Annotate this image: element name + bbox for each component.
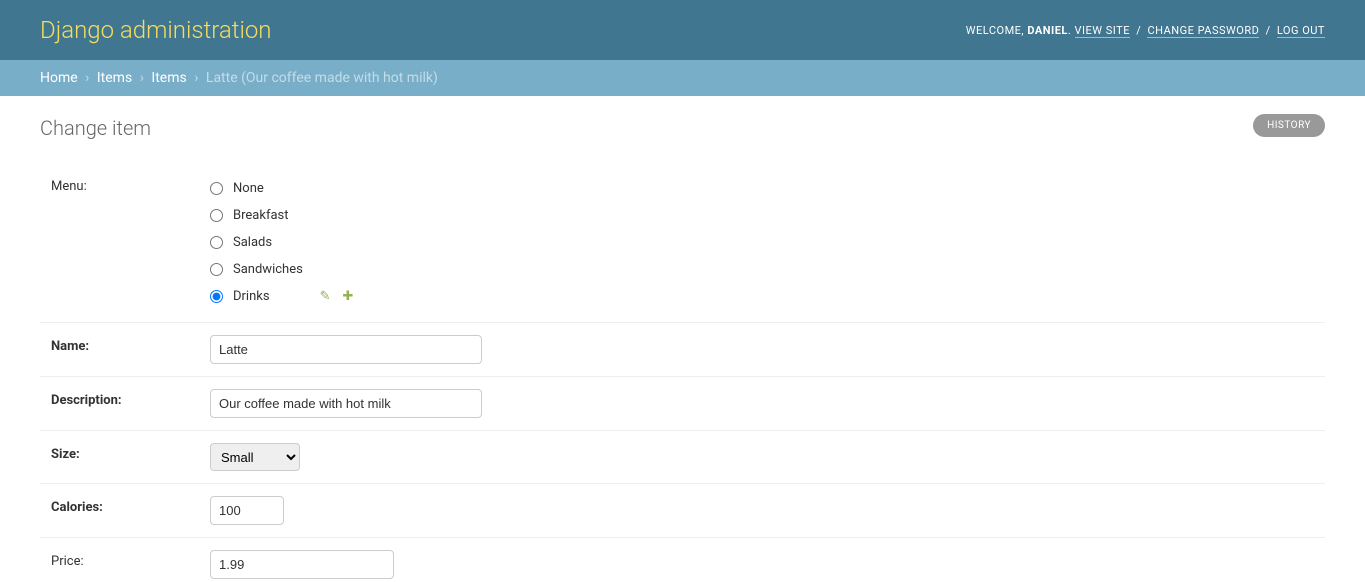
username: DANIEL	[1027, 24, 1068, 37]
breadcrumb-home[interactable]: Home	[40, 70, 78, 86]
menu-option-label[interactable]: None	[233, 181, 264, 196]
field-row-size: Size: Small	[40, 431, 1325, 484]
logout-link[interactable]: LOG OUT	[1277, 24, 1325, 38]
welcome-text: WELCOME,	[966, 24, 1024, 37]
calories-input[interactable]	[210, 496, 284, 525]
price-label: Price:	[40, 550, 210, 569]
history-button[interactable]: HISTORY	[1253, 114, 1325, 137]
view-site-link[interactable]: VIEW SITE	[1075, 24, 1130, 38]
admin-header: Django administration WELCOME, DANIEL. V…	[0, 0, 1365, 60]
field-row-menu: Menu: None Breakfast Salads Sandwiches Drink…	[40, 165, 1325, 323]
plus-icon[interactable]: ✚	[342, 289, 353, 304]
price-input[interactable]	[210, 550, 394, 579]
menu-radio[interactable]	[210, 209, 223, 222]
field-row-calories: Calories:	[40, 484, 1325, 538]
size-select[interactable]: Small	[210, 443, 300, 471]
menu-option: None	[210, 175, 1325, 202]
menu-option: Salads	[210, 229, 1325, 256]
description-label: Description:	[40, 389, 210, 408]
page-title: Change item	[40, 116, 1325, 140]
size-label: Size:	[40, 443, 210, 462]
menu-option-label[interactable]: Sandwiches	[233, 262, 303, 277]
menu-option-label[interactable]: Breakfast	[233, 208, 289, 223]
field-row-name: Name:	[40, 323, 1325, 377]
menu-option-label[interactable]: Drinks	[233, 289, 270, 304]
name-input[interactable]	[210, 335, 482, 364]
chevron-right-icon: ›	[85, 70, 89, 86]
menu-radio[interactable]	[210, 263, 223, 276]
menu-option: Drinks✎✚	[210, 283, 1325, 310]
chevron-right-icon: ›	[194, 70, 198, 86]
site-name-link[interactable]: Django administration	[40, 16, 272, 44]
separator: /	[1136, 24, 1141, 37]
menu-option: Sandwiches	[210, 256, 1325, 283]
calories-label: Calories:	[40, 496, 210, 515]
menu-radiolist: NoneBreakfastSaladsSandwichesDrinks✎✚	[210, 175, 1325, 310]
menu-option: Breakfast	[210, 202, 1325, 229]
object-tools: HISTORY	[1253, 114, 1325, 137]
separator: /	[1266, 24, 1271, 37]
chevron-right-icon: ›	[140, 70, 144, 86]
pencil-icon[interactable]: ✎	[320, 289, 331, 304]
menu-radio[interactable]	[210, 182, 223, 195]
menu-radio[interactable]	[210, 236, 223, 249]
name-label: Name:	[40, 335, 210, 354]
user-tools: WELCOME, DANIEL. VIEW SITE / CHANGE PASS…	[966, 24, 1325, 37]
description-input[interactable]	[210, 389, 482, 418]
change-password-link[interactable]: CHANGE PASSWORD	[1147, 24, 1259, 38]
related-actions: ✎✚	[320, 289, 354, 304]
breadcrumb-current: Latte (Our coffee made with hot milk)	[206, 70, 438, 86]
breadcrumb: Home › Items › Items › Latte (Our coffee…	[0, 60, 1365, 96]
menu-option-label[interactable]: Salads	[233, 235, 272, 250]
breadcrumb-model[interactable]: Items	[151, 70, 186, 86]
menu-label: Menu:	[40, 175, 210, 194]
menu-radio[interactable]	[210, 290, 223, 303]
branding: Django administration	[40, 16, 272, 44]
field-row-price: Price:	[40, 538, 1325, 582]
field-row-description: Description:	[40, 377, 1325, 431]
breadcrumb-app[interactable]: Items	[97, 70, 132, 86]
